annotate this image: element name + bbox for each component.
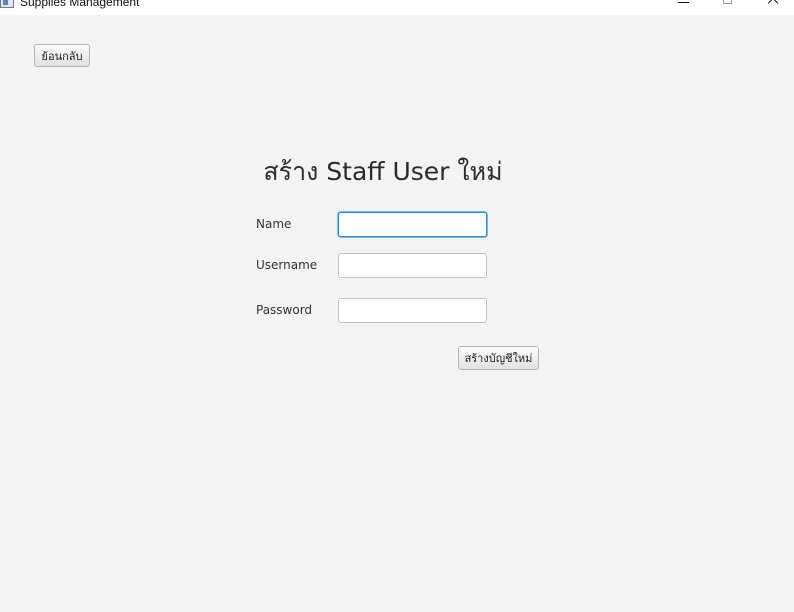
window-title: Supplies Management bbox=[20, 0, 140, 9]
minimize-icon[interactable] bbox=[672, 0, 694, 11]
back-button[interactable]: ย้อนกลับ bbox=[34, 44, 90, 67]
create-account-button[interactable]: สร้างบัญชีใหม่ bbox=[458, 346, 539, 370]
app-icon bbox=[0, 0, 14, 8]
page-title: สร้าง Staff User ใหม่ bbox=[263, 157, 503, 186]
username-field[interactable] bbox=[338, 253, 487, 278]
name-label: Name bbox=[256, 217, 292, 231]
close-icon[interactable] bbox=[762, 0, 784, 11]
username-label: Username bbox=[256, 258, 318, 272]
name-field[interactable] bbox=[338, 212, 487, 237]
maximize-icon[interactable] bbox=[716, 0, 738, 11]
window-titlebar: Supplies Management bbox=[0, 0, 794, 15]
password-field[interactable] bbox=[338, 298, 487, 323]
password-label: Password bbox=[256, 303, 313, 317]
